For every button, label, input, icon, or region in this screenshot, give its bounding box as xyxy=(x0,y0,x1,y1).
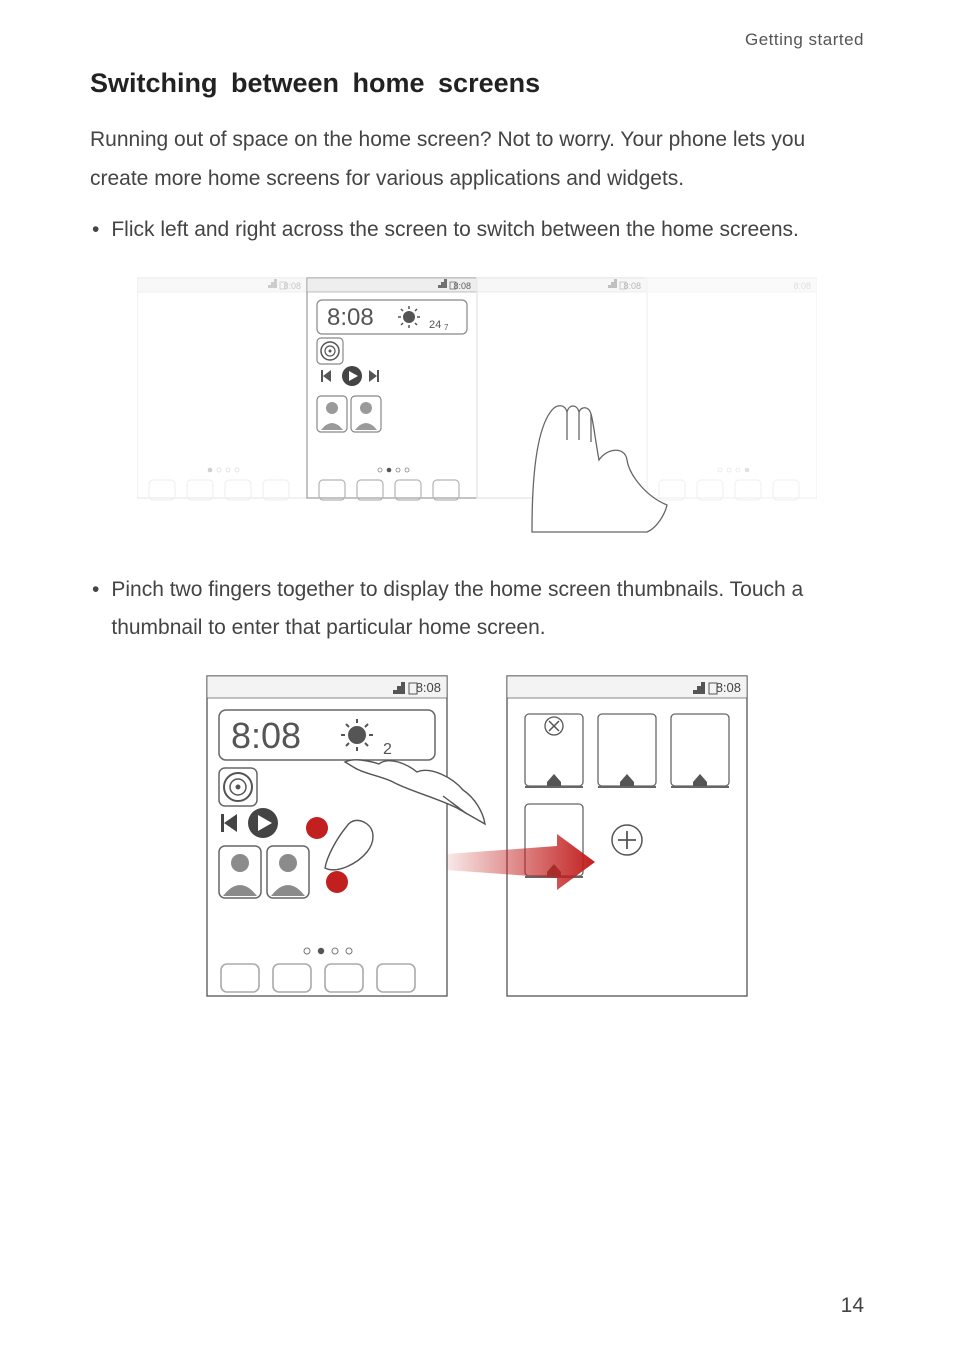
section-title: Switching between home screens xyxy=(90,68,864,99)
running-header: Getting started xyxy=(90,30,864,50)
bullet-text-2: Pinch two fingers together to display th… xyxy=(111,571,864,649)
bullet-row-2: • Pinch two fingers together to display … xyxy=(90,571,864,649)
bullet-row-1: • Flick left and right across the screen… xyxy=(90,211,864,250)
figure-1-svg: 8:08 xyxy=(137,270,817,535)
clock-time-l: 8:08 xyxy=(231,715,301,756)
bullet-text-1: Flick left and right across the screen t… xyxy=(111,211,864,250)
temperature: 24 xyxy=(429,319,441,331)
close-icon xyxy=(545,717,563,735)
play-icon-l xyxy=(248,808,278,838)
bullet-dot: • xyxy=(92,211,99,250)
page-number: 14 xyxy=(841,1294,864,1318)
add-icon xyxy=(612,825,642,855)
bullet-dot: • xyxy=(92,571,99,610)
play-icon xyxy=(342,366,362,386)
svg-text:2: 2 xyxy=(383,741,392,758)
clock-time: 8:08 xyxy=(327,304,374,331)
page: Getting started Switching between home s… xyxy=(0,0,954,1352)
figure-2: 8:08 8:08 2 xyxy=(90,668,864,1028)
figure-1: 8:08 xyxy=(90,270,864,535)
svg-text:7: 7 xyxy=(444,323,449,332)
intro-paragraph: Running out of space on the home screen?… xyxy=(90,121,864,199)
status-time-right: 8:08 xyxy=(716,680,741,695)
figure-2-svg: 8:08 8:08 2 xyxy=(197,668,757,1028)
status-time-left: 8:08 xyxy=(416,680,441,695)
